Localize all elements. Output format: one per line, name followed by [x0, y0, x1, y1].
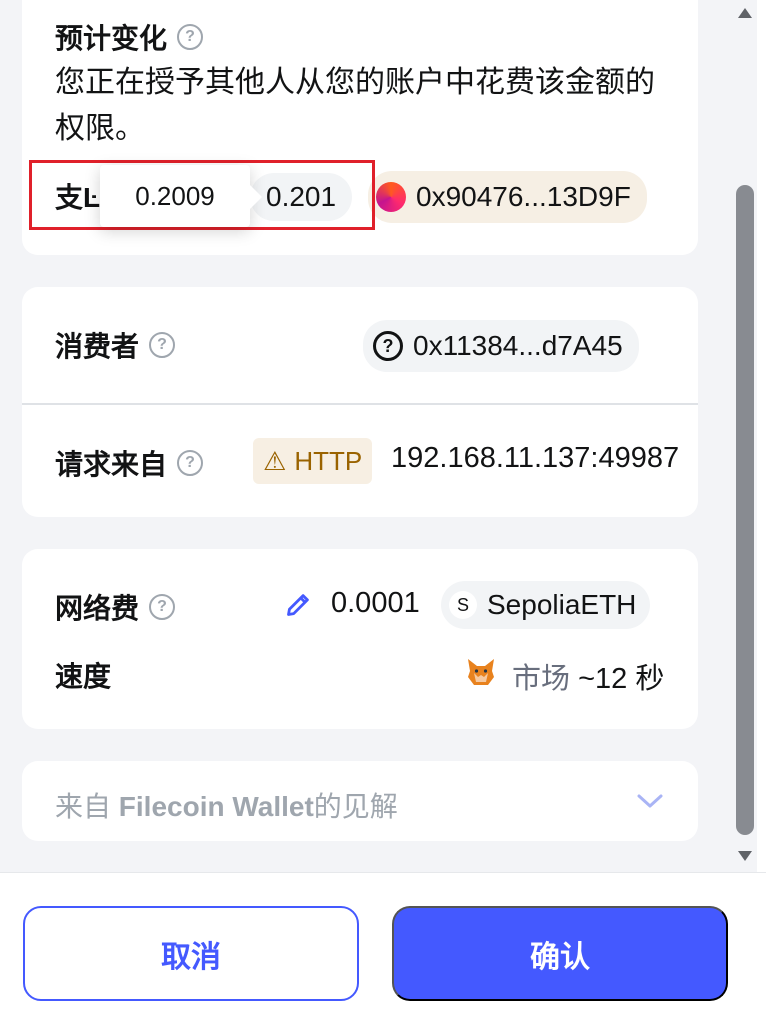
metamask-fox-icon: [468, 659, 494, 685]
request-from-heading: 请求来自 ?: [55, 443, 204, 483]
help-icon[interactable]: ?: [177, 24, 204, 50]
spender-label: 消费者: [55, 331, 140, 362]
estimated-changes-title: 预计变化: [55, 23, 168, 54]
request-from-label: 请求来自: [55, 449, 168, 480]
chevron-down-icon[interactable]: [636, 791, 664, 811]
network-fee-heading: 网络费 ?: [55, 587, 176, 627]
estimated-changes-heading: 预计变化 ?: [55, 17, 204, 57]
divider: [22, 403, 698, 405]
help-icon[interactable]: ?: [177, 450, 204, 476]
insights-brand: Filecoin Wallet: [118, 791, 314, 822]
network-currency: SepoliaETH: [487, 589, 637, 620]
cancel-button[interactable]: 取消: [23, 906, 359, 1001]
insights-card[interactable]: 来自 Filecoin Wallet的见解: [22, 761, 698, 841]
help-icon[interactable]: ?: [149, 594, 176, 620]
unknown-address-icon: ?: [373, 331, 403, 361]
token-address: 0x90476...13D9F: [416, 181, 631, 212]
http-badge-label: HTTP: [294, 445, 363, 476]
http-warning-badge: ⚠ HTTP: [253, 438, 373, 484]
speed-value: 市场 ~12 秒: [512, 655, 664, 697]
network-fee-card: [22, 549, 698, 729]
spender-heading: 消费者 ?: [55, 325, 176, 365]
network-currency-pill: S SepoliaETH: [441, 581, 651, 629]
estimated-changes-description: 您正在授予其他人从您的账户中花费该金额的权限。: [55, 66, 655, 145]
insights-suffix: 的见解: [313, 791, 398, 822]
speed-market: 市场: [512, 663, 571, 695]
insights-prefix: 来自: [55, 791, 112, 822]
footer: 取消 确认: [0, 872, 766, 1032]
confirm-button[interactable]: 确认: [392, 906, 728, 1001]
token-address-pill[interactable]: 0x90476...13D9F: [368, 171, 647, 223]
scroll-up-arrow-icon[interactable]: [737, 6, 753, 20]
spender-address: 0x11384...d7A45: [413, 330, 623, 361]
amount-tooltip: 0.2009: [100, 165, 262, 227]
network-letter-avatar: S: [449, 591, 477, 619]
edit-pencil-icon[interactable]: [285, 590, 313, 618]
scroll-down-arrow-icon[interactable]: [737, 849, 753, 863]
speed-heading: 速度: [55, 655, 111, 695]
confirmation-content: 预计变化 ? 您正在授予其他人从您的账户中花费该金额的权限。 支Ŀ 0.2009…: [0, 0, 733, 872]
token-icon: [376, 182, 406, 212]
tooltip-value: 0.2009: [135, 180, 215, 211]
help-icon[interactable]: ?: [149, 332, 176, 358]
spender-address-pill[interactable]: ? 0x11384...d7A45: [363, 320, 639, 372]
network-fee-label: 网络费: [55, 593, 140, 624]
network-fee-amount: 0.0001: [331, 587, 420, 619]
warning-icon: ⚠: [263, 445, 287, 476]
insights-title: 来自 Filecoin Wallet的见解: [55, 785, 398, 825]
speed-label: 速度: [55, 661, 112, 692]
speed-time: ~12 秒: [578, 663, 665, 695]
scrollbar-thumb[interactable]: [736, 185, 754, 835]
request-origin: 192.168.11.137:49987: [391, 442, 680, 474]
